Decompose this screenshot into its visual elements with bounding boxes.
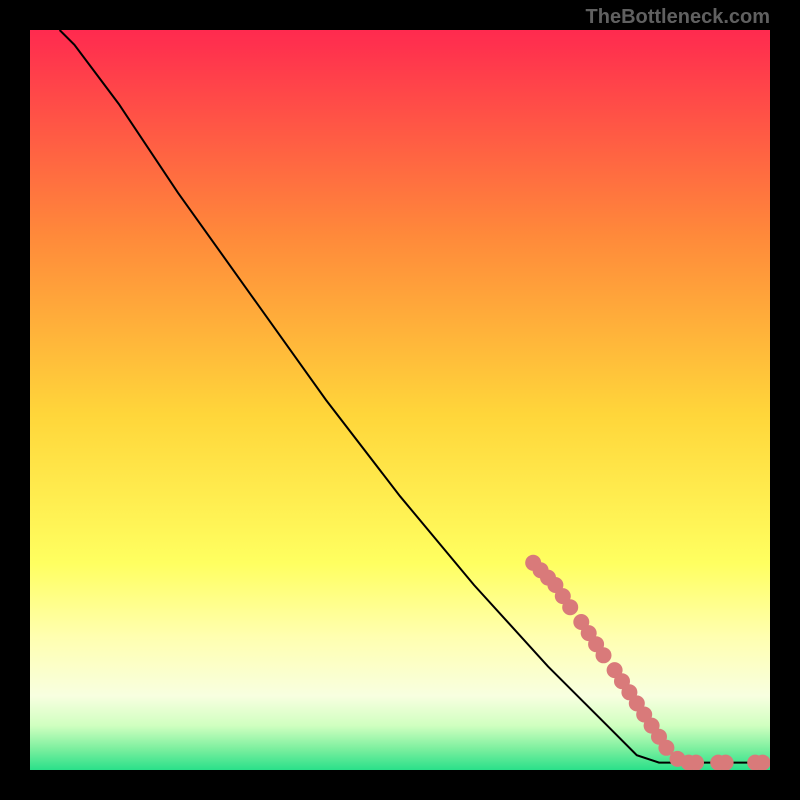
chart-svg: [30, 30, 770, 770]
data-dot: [562, 599, 578, 615]
gradient-background: [30, 30, 770, 770]
source-attribution: TheBottleneck.com: [586, 6, 770, 29]
data-dot: [688, 755, 704, 770]
data-dot: [596, 647, 612, 663]
data-dot: [718, 755, 734, 770]
chart-plot-area: [30, 30, 770, 770]
